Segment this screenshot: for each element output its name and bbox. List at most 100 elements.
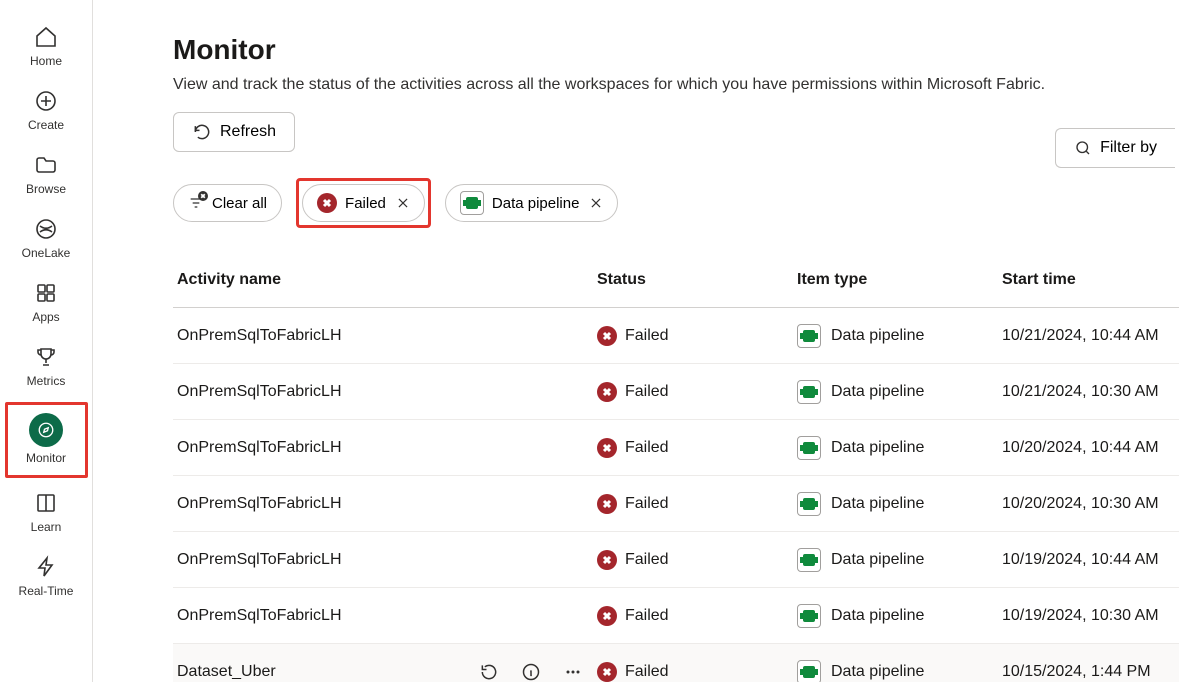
- folder-icon: [33, 152, 59, 178]
- item-type-text: Data pipeline: [831, 607, 924, 625]
- info-icon[interactable]: [521, 662, 541, 682]
- nav-create[interactable]: Create: [8, 82, 85, 140]
- activity-name[interactable]: OnPremSqlToFabricLH: [177, 551, 342, 569]
- cell-start-time: 10/21/2024, 10:44 AM: [1002, 327, 1179, 345]
- cell-activity-name: OnPremSqlToFabricLH: [177, 383, 597, 401]
- refresh-icon: [192, 122, 212, 142]
- nav-home-label: Home: [30, 54, 62, 68]
- failed-status-icon: [597, 494, 617, 514]
- col-start-time[interactable]: Start time: [1002, 271, 1179, 289]
- close-icon: [589, 196, 603, 210]
- table-row[interactable]: OnPremSqlToFabricLHFailedData pipeline10…: [173, 532, 1179, 588]
- cell-start-time: 10/20/2024, 10:44 AM: [1002, 439, 1179, 457]
- activity-name[interactable]: OnPremSqlToFabricLH: [177, 439, 342, 457]
- nav-monitor[interactable]: Monitor: [8, 407, 85, 473]
- cell-item-type: Data pipeline: [797, 436, 1002, 460]
- cell-item-type: Data pipeline: [797, 324, 1002, 348]
- status-text: Failed: [625, 607, 669, 625]
- bolt-icon: [33, 554, 59, 580]
- item-type-text: Data pipeline: [831, 439, 924, 457]
- nav-learn[interactable]: Learn: [8, 484, 85, 542]
- onelake-icon: [33, 216, 59, 242]
- nav-apps[interactable]: Apps: [8, 274, 85, 332]
- nav-browse[interactable]: Browse: [8, 146, 85, 204]
- cell-status: Failed: [597, 494, 797, 514]
- cell-start-time: 10/19/2024, 10:30 AM: [1002, 607, 1179, 625]
- cell-start-time: 10/20/2024, 10:30 AM: [1002, 495, 1179, 513]
- col-item-type[interactable]: Item type: [797, 271, 1002, 289]
- table-row[interactable]: Dataset_UberFailedData pipeline10/15/202…: [173, 644, 1179, 682]
- clear-all-label: Clear all: [212, 195, 267, 212]
- failed-status-icon: [597, 326, 617, 346]
- failed-status-icon: [597, 606, 617, 626]
- activity-name[interactable]: Dataset_Uber: [177, 663, 276, 681]
- nav-realtime-label: Real-Time: [19, 584, 74, 598]
- failed-status-icon: [597, 382, 617, 402]
- nav-onelake[interactable]: OneLake: [8, 210, 85, 268]
- activity-table: Activity name Status Item type Start tim…: [173, 252, 1179, 682]
- nav-home[interactable]: Home: [8, 18, 85, 76]
- left-nav: Home Create Browse OneLake Apps: [0, 0, 93, 682]
- activity-name[interactable]: OnPremSqlToFabricLH: [177, 383, 342, 401]
- cell-item-type: Data pipeline: [797, 604, 1002, 628]
- filter-pill-failed[interactable]: Failed: [302, 184, 425, 222]
- clear-all-pill[interactable]: Clear all: [173, 184, 282, 222]
- activity-name[interactable]: OnPremSqlToFabricLH: [177, 495, 342, 513]
- table-row[interactable]: OnPremSqlToFabricLHFailedData pipeline10…: [173, 364, 1179, 420]
- col-activity-name[interactable]: Activity name: [177, 271, 597, 289]
- cell-activity-name: Dataset_Uber: [177, 662, 597, 682]
- status-text: Failed: [625, 495, 669, 513]
- filter-failed-label: Failed: [345, 195, 386, 212]
- filter-clear-icon: [188, 195, 204, 211]
- toolbar: Refresh Filter by: [173, 112, 1179, 152]
- cell-item-type: Data pipeline: [797, 660, 1002, 682]
- cell-status: Failed: [597, 662, 797, 682]
- apps-icon: [33, 280, 59, 306]
- col-status[interactable]: Status: [597, 271, 797, 289]
- status-text: Failed: [625, 439, 669, 457]
- activity-name[interactable]: OnPremSqlToFabricLH: [177, 607, 342, 625]
- pipeline-icon: [797, 380, 821, 404]
- nav-metrics-label: Metrics: [27, 374, 66, 388]
- nav-browse-label: Browse: [26, 182, 66, 196]
- pipeline-icon: [797, 492, 821, 516]
- filter-by-label: Filter by: [1100, 139, 1157, 157]
- pipeline-icon: [797, 604, 821, 628]
- pipeline-icon: [797, 660, 821, 682]
- nav-apps-label: Apps: [32, 310, 59, 324]
- compass-icon: [29, 413, 63, 447]
- nav-onelake-label: OneLake: [22, 246, 71, 260]
- pipeline-icon: [797, 436, 821, 460]
- main-content: Monitor View and track the status of the…: [93, 0, 1179, 682]
- row-actions: [479, 662, 583, 682]
- pipeline-icon: [797, 324, 821, 348]
- search-icon: [1074, 139, 1092, 157]
- rerun-icon[interactable]: [479, 662, 499, 682]
- refresh-button[interactable]: Refresh: [173, 112, 295, 152]
- plus-circle-icon: [33, 88, 59, 114]
- status-text: Failed: [625, 551, 669, 569]
- filter-pill-data-pipeline[interactable]: Data pipeline: [445, 184, 619, 222]
- nav-realtime[interactable]: Real-Time: [8, 548, 85, 606]
- table-row[interactable]: OnPremSqlToFabricLH Failed Data pipeline10…: [173, 476, 1179, 532]
- nav-create-label: Create: [28, 118, 64, 132]
- cell-activity-name: OnPremSqlToFabricLH: [177, 551, 597, 569]
- activity-name[interactable]: OnPremSqlToFabricLH: [177, 327, 342, 345]
- more-icon[interactable]: [563, 662, 583, 682]
- highlight-failed-pill: Failed: [296, 178, 431, 228]
- nav-metrics[interactable]: Metrics: [8, 338, 85, 396]
- cell-item-type: Data pipeline: [797, 380, 1002, 404]
- table-row[interactable]: OnPremSqlToFabricLH Failed Data pipeline 10…: [173, 588, 1179, 644]
- cell-item-type: Data pipeline: [797, 548, 1002, 572]
- filter-pipeline-label: Data pipeline: [492, 195, 580, 212]
- filter-by-button[interactable]: Filter by: [1055, 128, 1175, 168]
- cell-status: Failed: [597, 326, 797, 346]
- status-text: Failed: [625, 663, 669, 681]
- cell-item-type: Data pipeline: [797, 492, 1002, 516]
- cell-status: Failed: [597, 550, 797, 570]
- table-row[interactable]: OnPremSqlToFabricLH Failed Data pipeline 10…: [173, 420, 1179, 476]
- table-row[interactable]: OnPremSqlToFabricLH FailedData pipeline10…: [173, 308, 1179, 364]
- item-type-text: Data pipeline: [831, 663, 924, 681]
- item-type-text: Data pipeline: [831, 383, 924, 401]
- pipeline-icon: [460, 191, 484, 215]
